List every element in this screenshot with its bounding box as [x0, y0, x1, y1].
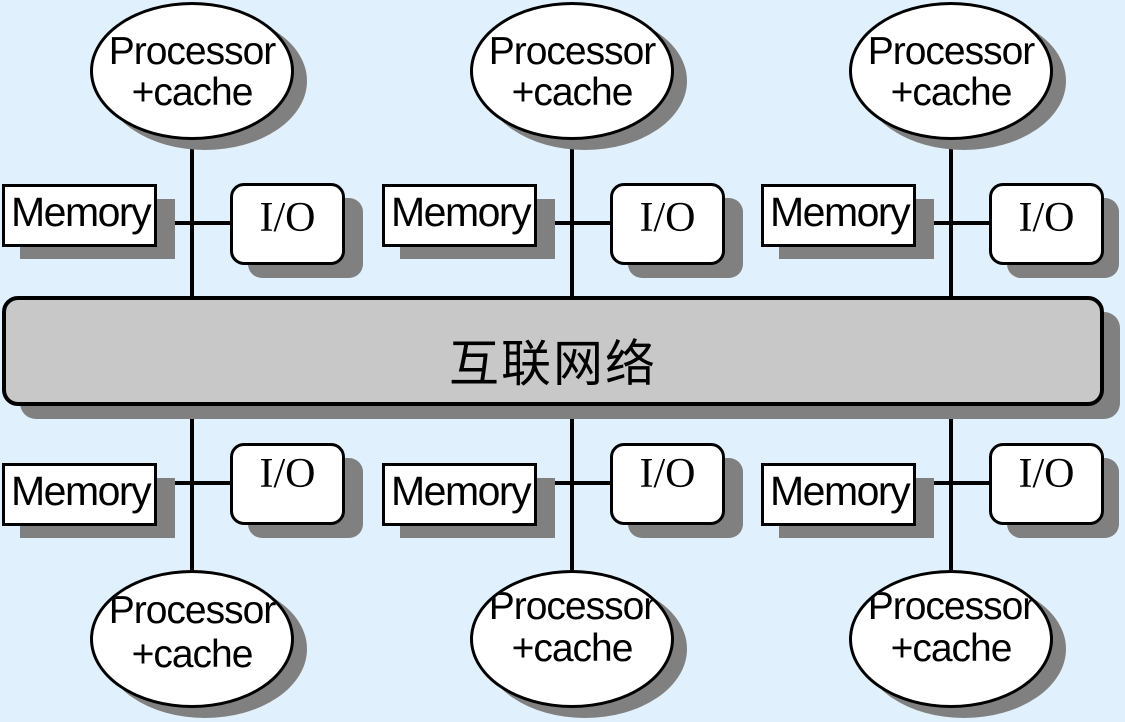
network-label: 互联网络 — [449, 335, 657, 393]
io-box: I/O — [989, 443, 1104, 525]
memory-label: Memory — [770, 189, 911, 235]
io-label: I/O — [1018, 451, 1075, 497]
cache-label: +cache — [131, 633, 254, 676]
memory-box: Memory — [761, 463, 916, 526]
node-connector — [570, 400, 574, 570]
io-label: I/O — [1018, 195, 1075, 241]
io-label: I/O — [639, 451, 696, 497]
node-connector — [949, 400, 953, 570]
processor-cache-node: Processor +cache — [90, 570, 294, 708]
memory-box: Memory — [382, 463, 537, 526]
io-label: I/O — [639, 195, 696, 241]
memory-box: Memory — [761, 184, 916, 247]
cache-label: +cache — [890, 627, 1013, 670]
processor-label: Processor — [867, 30, 1036, 73]
memory-box: Memory — [2, 463, 157, 526]
memory-label: Memory — [11, 189, 152, 235]
cache-label: +cache — [511, 627, 634, 670]
processor-cache-node: Processor +cache — [470, 570, 674, 708]
io-box: I/O — [230, 443, 345, 525]
interconnection-network: 互联网络 — [2, 296, 1104, 406]
memory-label: Memory — [770, 468, 911, 514]
memory-box: Memory — [382, 184, 537, 247]
io-label: I/O — [259, 451, 316, 497]
processor-label: Processor — [488, 30, 657, 73]
cache-label: +cache — [131, 71, 254, 114]
processor-cache-node: Processor +cache — [849, 570, 1053, 708]
multiprocessor-diagram: 互联网络 Processor +cache Memory I/O Process… — [0, 0, 1125, 722]
io-box: I/O — [989, 183, 1104, 265]
cache-label: +cache — [890, 71, 1013, 114]
memory-label: Memory — [391, 468, 532, 514]
processor-cache-node: Processor +cache — [90, 2, 294, 140]
processor-cache-node: Processor +cache — [470, 2, 674, 140]
processor-cache-node: Processor +cache — [849, 2, 1053, 140]
processor-label: Processor — [867, 585, 1036, 628]
io-box: I/O — [230, 183, 345, 265]
memory-label: Memory — [11, 468, 152, 514]
processor-label: Processor — [488, 585, 657, 628]
node-connector — [190, 400, 194, 570]
processor-label: Processor — [108, 30, 277, 73]
memory-label: Memory — [391, 189, 532, 235]
cache-label: +cache — [511, 71, 634, 114]
memory-box: Memory — [2, 184, 157, 247]
io-box: I/O — [610, 443, 725, 525]
processor-label: Processor — [108, 589, 277, 632]
io-label: I/O — [259, 195, 316, 241]
io-box: I/O — [610, 183, 725, 265]
